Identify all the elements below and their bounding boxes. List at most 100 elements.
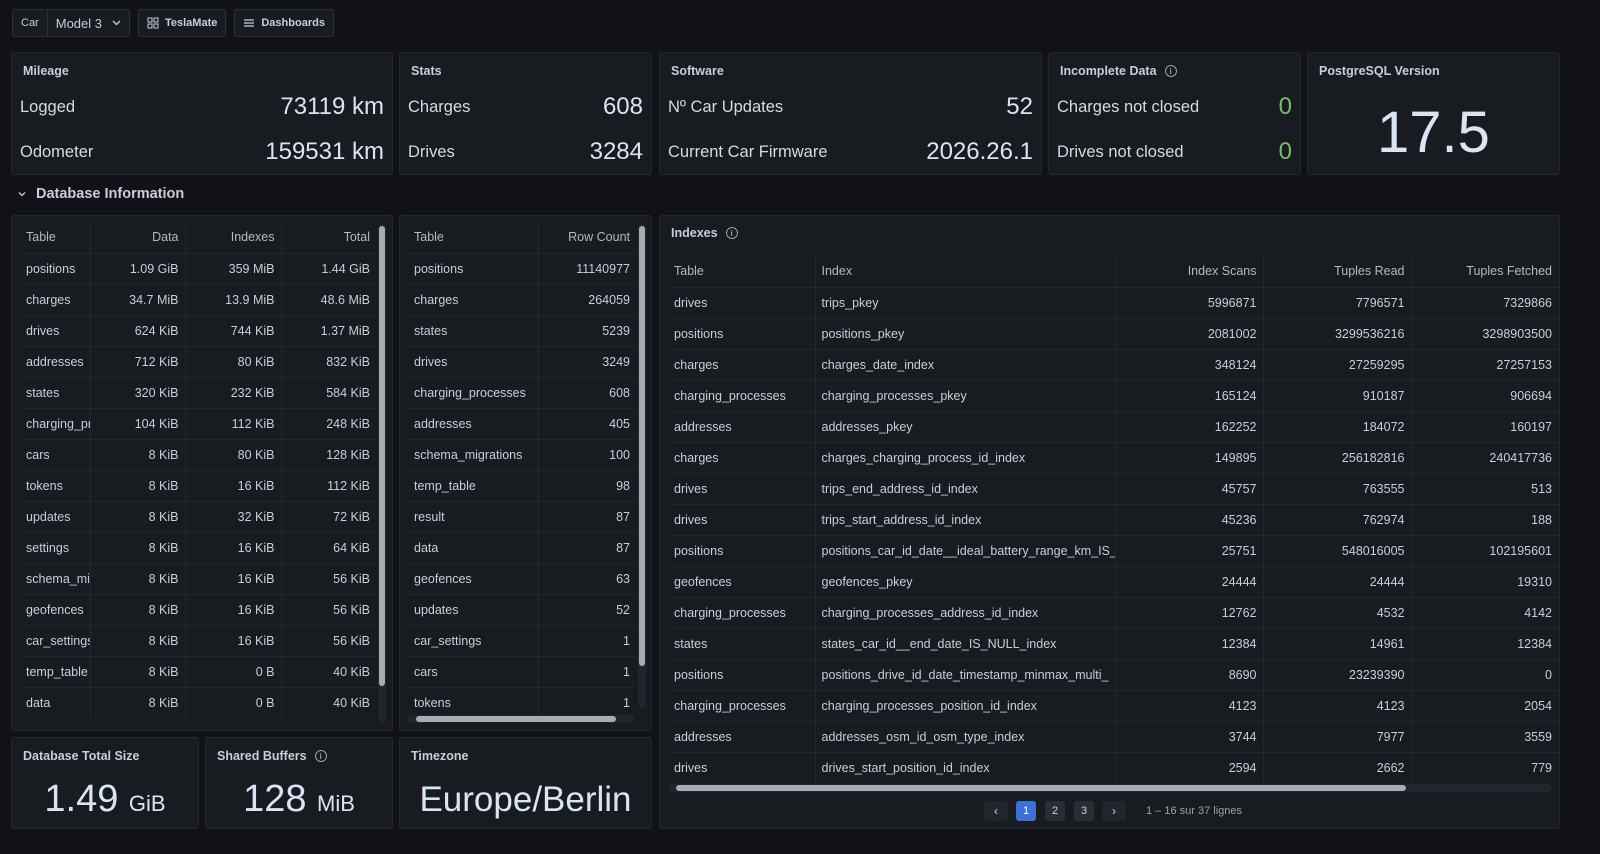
info-icon[interactable]: i xyxy=(314,750,327,762)
table-row: cars 1 xyxy=(408,655,636,687)
next-page-button[interactable]: › xyxy=(1102,801,1126,821)
table-cell: 762974 xyxy=(1263,503,1412,535)
table-cell: 11140977 xyxy=(538,252,636,284)
stats-panel: Stats Charges 608 Drives 3284 xyxy=(399,52,652,175)
row-count-panel: Table Row Count positions 11140977 charges 2… xyxy=(399,215,652,731)
indexes-hscroll-thumb[interactable] xyxy=(676,785,1406,791)
table-row: schema_migrations8 KiB16 KiB56 KiB xyxy=(20,562,376,594)
table-row: cars 8 KiB 80 KiB 128 KiB xyxy=(20,438,376,470)
indexes-column-header[interactable]: Tuples Fetched xyxy=(1411,256,1558,287)
indexes-column-header[interactable]: Index xyxy=(815,256,1116,287)
page-1-button[interactable]: 1 xyxy=(1016,801,1036,821)
table-row: geofences 63 xyxy=(408,562,636,594)
table-cell: 40 KiB xyxy=(281,686,376,718)
info-icon[interactable]: i xyxy=(725,227,738,239)
car-select-value: Model 3 xyxy=(55,15,102,31)
table-cell: charges_date_index xyxy=(815,348,1116,380)
database-size-value: 1.49 xyxy=(44,778,119,820)
teslamate-link-button[interactable]: TeslaMate xyxy=(137,9,227,37)
table-cell: schema_migrations xyxy=(20,562,91,594)
table-cell: 763555 xyxy=(1263,472,1412,504)
table-cell: charges_charging_process_id_index xyxy=(815,441,1116,473)
page-numbers: 123 xyxy=(1016,801,1094,821)
info-icon[interactable]: i xyxy=(1164,65,1177,77)
table-row: positions positions_car_id_date__ideal_ba… xyxy=(668,534,1558,566)
table-cell: 8690 xyxy=(1115,658,1264,690)
table-row: drives 3249 xyxy=(408,345,636,377)
indexes-column-header[interactable]: Index Scans xyxy=(1115,256,1264,287)
row-count-hscrollbar[interactable] xyxy=(408,715,634,723)
table-cell: 8 KiB xyxy=(90,593,186,625)
table-cell: 45757 xyxy=(1115,472,1264,504)
table-cell: geofences xyxy=(20,593,91,625)
incomplete-data-panel: Incomplete Data i Charges not closed 0 D… xyxy=(1048,52,1301,175)
table-cell: result xyxy=(408,500,539,532)
indexes-column-header[interactable]: Tuples Read xyxy=(1263,256,1412,287)
table-cell: trips_pkey xyxy=(815,286,1116,318)
row-count-column-header[interactable]: Table xyxy=(408,222,539,253)
table-cell: 4532 xyxy=(1263,596,1412,628)
car-select[interactable]: Model 3 xyxy=(48,10,129,36)
table-cell: 3298903500 xyxy=(1411,317,1558,349)
table-row: result 87 xyxy=(408,500,636,532)
firmware-label: Current Car Firmware xyxy=(668,142,828,161)
table-row: data 8 KiB 0 B 40 KiB xyxy=(20,686,376,718)
table-cell: drives xyxy=(668,503,816,535)
table-cell: 80 KiB xyxy=(185,345,282,377)
table-sizes-scrollbar[interactable] xyxy=(378,224,386,722)
table-row: tokens 8 KiB 16 KiB 112 KiB xyxy=(20,469,376,501)
table-cell: 128 KiB xyxy=(281,438,376,470)
database-size-unit: GiB xyxy=(128,791,166,816)
table-cell: 3249 xyxy=(538,345,636,377)
top-bar: Car Model 3 TeslaMate Dashboards xyxy=(12,9,334,37)
database-information-row[interactable]: Database Information xyxy=(18,186,184,202)
table-sizes-column-header[interactable]: Indexes xyxy=(185,222,282,253)
table-sizes-column-header[interactable]: Total xyxy=(281,222,376,253)
chevron-down-icon xyxy=(112,20,121,26)
software-title: Software xyxy=(671,64,724,78)
page-3-button[interactable]: 3 xyxy=(1074,801,1094,821)
dashboards-link-button[interactable]: Dashboards xyxy=(234,9,334,37)
odometer-stat: Odometer 159531 km xyxy=(20,138,384,166)
table-sizes-panel: Table Data Indexes Total positions 1.09 GiB 3… xyxy=(11,215,393,731)
row-count-vscroll-thumb[interactable] xyxy=(639,226,645,666)
table-cell: car_settings xyxy=(20,624,91,656)
row-count-hscroll-thumb[interactable] xyxy=(416,716,616,722)
table-cell: tokens xyxy=(20,469,91,501)
indexes-hscrollbar[interactable] xyxy=(668,784,1552,792)
table-cell: 16 KiB xyxy=(185,624,282,656)
row-count-column-header[interactable]: Row Count xyxy=(538,222,636,253)
drives-not-closed-stat: Drives not closed 0 xyxy=(1057,138,1292,166)
table-row: charging_processes charging_processes_add… xyxy=(668,596,1558,628)
drives-label: Drives xyxy=(408,142,455,161)
prev-page-button[interactable]: ‹ xyxy=(984,801,1008,821)
table-cell: tokens xyxy=(408,686,539,718)
page-2-button[interactable]: 2 xyxy=(1045,801,1065,821)
table-cell: 14961 xyxy=(1263,627,1412,659)
table-cell: geofences xyxy=(668,565,816,597)
table-cell: charging_processes xyxy=(20,407,91,439)
table-cell: positions xyxy=(20,252,91,284)
table-sizes-scroll-thumb[interactable] xyxy=(379,226,385,686)
mileage-panel: Mileage Logged 73119 km Odometer 159531 … xyxy=(11,52,393,175)
table-row: car_settings 1 xyxy=(408,624,636,656)
table-cell: 744 KiB xyxy=(185,314,282,346)
table-cell: 24444 xyxy=(1115,565,1264,597)
table-cell: updates xyxy=(408,593,539,625)
table-cell: 2081002 xyxy=(1115,317,1264,349)
indexes-column-header[interactable]: Table xyxy=(668,256,816,287)
table-cell: 3744 xyxy=(1115,720,1264,752)
table-row: positions positions_pkey 2081002 3299536216… xyxy=(668,317,1558,349)
table-row: charging_processes 608 xyxy=(408,376,636,408)
table-cell: 405 xyxy=(538,407,636,439)
table-cell: cars xyxy=(408,655,539,687)
row-count-vscrollbar[interactable] xyxy=(638,224,646,708)
table-cell: 5239 xyxy=(538,314,636,346)
table-sizes-column-header[interactable]: Data xyxy=(90,222,186,253)
odometer-value: 159531 km xyxy=(265,138,384,165)
table-sizes-column-header[interactable]: Table xyxy=(20,222,91,253)
table-cell: 2662 xyxy=(1263,751,1412,783)
table-cell: 165124 xyxy=(1115,379,1264,411)
dashboards-link-label: Dashboards xyxy=(261,17,325,29)
table-cell: 56 KiB xyxy=(281,593,376,625)
